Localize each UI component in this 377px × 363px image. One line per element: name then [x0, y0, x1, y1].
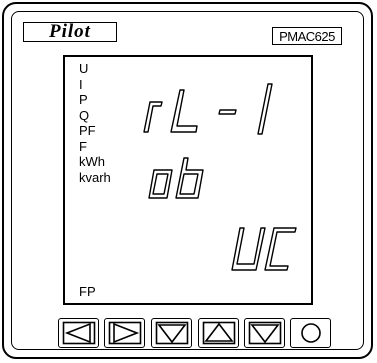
circle-icon [300, 323, 321, 343]
param-u: U [79, 61, 89, 76]
down-arrow-icon [248, 321, 281, 345]
left-button[interactable] [58, 318, 99, 348]
param-kwh: kWh [79, 154, 105, 169]
circle-button[interactable] [290, 318, 331, 348]
param-pf: PF [79, 123, 96, 138]
fp-indicator: FP [79, 284, 96, 299]
param-p: P [79, 92, 88, 107]
brand-logo: Pilot [23, 21, 117, 42]
right-button[interactable] [104, 318, 145, 348]
param-f: F [79, 138, 87, 154]
model-label: PMAC625 [272, 27, 342, 45]
parameter-list: U I P Q PF F kWh kvarh [79, 61, 111, 185]
left-arrow-icon [62, 321, 95, 345]
param-q: Q [79, 107, 90, 123]
down-arrow-icon [155, 321, 188, 345]
down-button[interactable] [151, 318, 192, 348]
right-arrow-icon [108, 321, 141, 345]
up-arrow-icon [202, 321, 235, 345]
enter-down-button[interactable] [244, 318, 285, 348]
up-button[interactable] [198, 318, 239, 348]
param-i: I [79, 76, 83, 92]
param-kvarh: kvarh [79, 169, 111, 185]
